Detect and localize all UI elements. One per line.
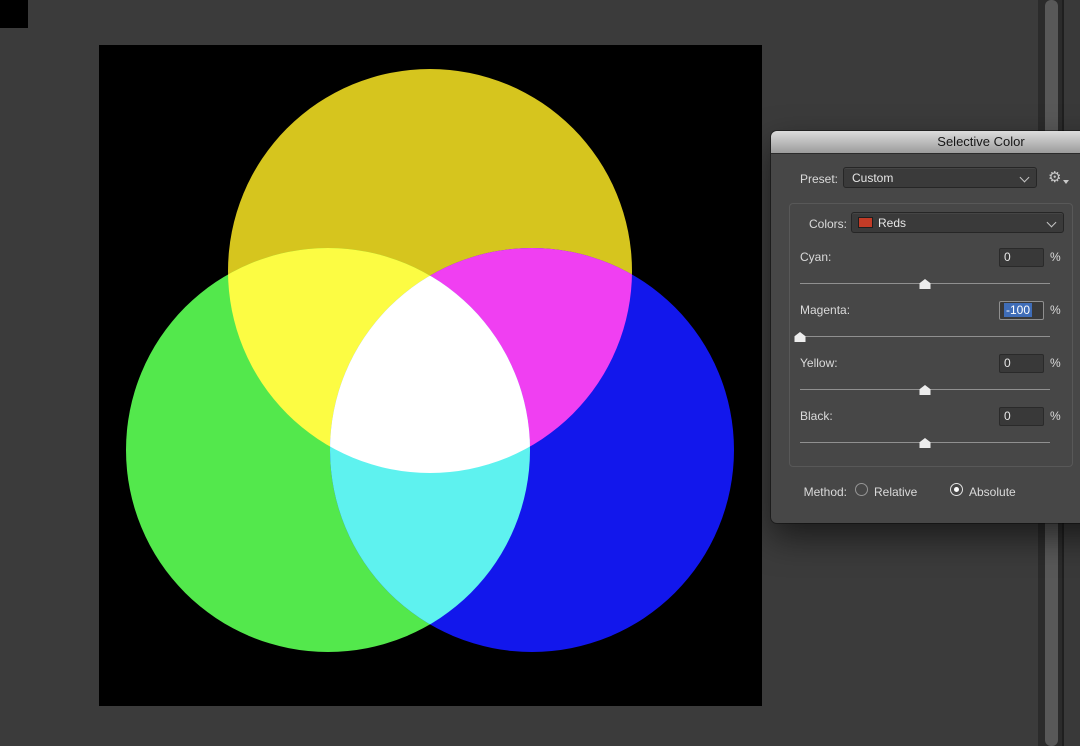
document-canvas[interactable] <box>99 45 762 706</box>
magenta-value: -100 <box>1004 303 1032 317</box>
gear-dropdown-arrow-icon <box>1063 180 1069 184</box>
venn-diagram <box>99 45 762 706</box>
preset-label: Preset: <box>783 172 838 186</box>
magenta-value-field[interactable]: -100 <box>999 301 1044 320</box>
photoshop-workspace: { "workspace": { "background": "#3b3b3b"… <box>0 0 1080 746</box>
chevron-down-icon <box>1047 218 1057 228</box>
magenta-slider[interactable] <box>800 331 1050 343</box>
black-value-field[interactable]: 0 <box>999 407 1044 426</box>
black-value: 0 <box>1004 409 1011 423</box>
magenta-label: Magenta: <box>800 303 850 317</box>
chevron-down-icon <box>1020 173 1030 183</box>
cyan-value: 0 <box>1004 250 1011 264</box>
black-unit: % <box>1050 409 1061 423</box>
cyan-unit: % <box>1050 250 1061 264</box>
reds-color-swatch <box>858 217 873 228</box>
black-slider[interactable] <box>800 437 1050 449</box>
preset-dropdown[interactable]: Custom <box>843 167 1037 188</box>
colors-dropdown[interactable]: Reds <box>851 212 1064 233</box>
colors-value: Reds <box>873 216 906 230</box>
dialog-titlebar[interactable]: Selective Color <box>771 131 1080 154</box>
pasteboard-corner <box>0 0 28 28</box>
black-slider-thumb[interactable] <box>920 438 931 448</box>
yellow-unit: % <box>1050 356 1061 370</box>
gear-menu-button[interactable]: ⚙ <box>1048 167 1069 188</box>
selective-color-dialog: Selective Color Preset: Custom ⚙ Colors:… <box>771 131 1080 523</box>
gear-icon: ⚙ <box>1048 167 1061 188</box>
radio-absolute[interactable] <box>950 483 963 496</box>
absolute-label[interactable]: Absolute <box>969 485 1016 499</box>
cyan-value-field[interactable]: 0 <box>999 248 1044 267</box>
colors-label: Colors: <box>785 217 847 231</box>
magenta-slider-track <box>800 336 1050 337</box>
yellow-value: 0 <box>1004 356 1011 370</box>
yellow-label: Yellow: <box>800 356 838 370</box>
magenta-unit: % <box>1050 303 1061 317</box>
yellow-slider-thumb[interactable] <box>920 385 931 395</box>
relative-label[interactable]: Relative <box>874 485 917 499</box>
cyan-slider-thumb[interactable] <box>920 279 931 289</box>
cyan-label: Cyan: <box>800 250 831 264</box>
cyan-slider[interactable] <box>800 278 1050 290</box>
radio-relative[interactable] <box>855 483 868 496</box>
yellow-value-field[interactable]: 0 <box>999 354 1044 373</box>
method-label: Method: <box>785 485 847 499</box>
yellow-slider[interactable] <box>800 384 1050 396</box>
black-label: Black: <box>800 409 833 423</box>
dialog-title: Selective Color <box>937 134 1024 149</box>
preset-value: Custom <box>844 171 893 185</box>
